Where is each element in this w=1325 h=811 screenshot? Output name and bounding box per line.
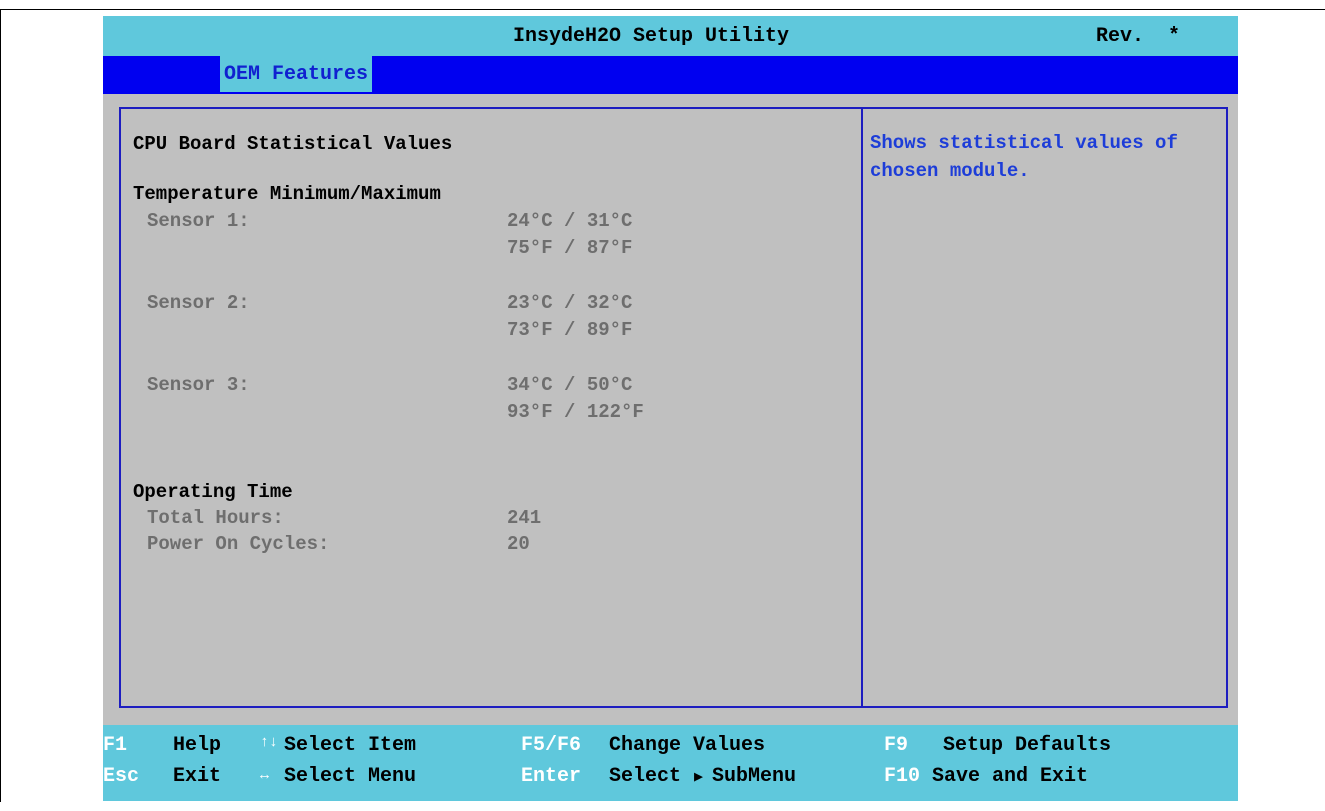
esc-key: Esc — [103, 765, 140, 788]
sensor-1-celsius: 24°C / 31°C — [507, 210, 633, 232]
total-hours-value: 241 — [507, 507, 542, 529]
f1-key: F1 — [103, 734, 128, 757]
total-hours-label: Total Hours: — [147, 507, 284, 529]
menu-bar: OEM Features — [103, 56, 1238, 94]
main-panel: CPU Board Statistical Values Temperature… — [119, 107, 863, 708]
save-and-exit-label: Save and Exit — [932, 765, 1089, 788]
help-text: Shows statistical values of chosen modul… — [870, 132, 1178, 182]
key-legend-footer: F1 Help Esc Exit ↑↓ Select Item ↔ Select… — [103, 725, 1238, 801]
up-down-arrows-icon: ↑↓ — [260, 734, 279, 751]
outer-frame-left — [0, 9, 1, 802]
enter-key: Enter — [521, 765, 582, 788]
title-bar: InsydeH2O Setup Utility Rev. * — [103, 16, 1238, 56]
f9-key: F9 — [884, 734, 909, 757]
help-panel: Shows statistical values of chosen modul… — [860, 107, 1228, 708]
select-item-label: Select Item — [284, 734, 417, 757]
app-title: InsydeH2O Setup Utility — [513, 25, 790, 48]
left-right-arrow-icon: ↔ — [260, 767, 270, 784]
f5-f6-key: F5/F6 — [521, 734, 582, 757]
select-label: Select — [609, 765, 682, 788]
sensor-3-label: Sensor 3: — [147, 374, 250, 396]
revision-label: Rev. * — [1096, 25, 1181, 48]
sensor-2-fahrenheit: 73°F / 89°F — [507, 319, 633, 341]
sensor-3-celsius: 34°C / 50°C — [507, 374, 633, 396]
operating-time-heading: Operating Time — [133, 481, 293, 503]
help-label: Help — [173, 734, 222, 757]
sensor-2-celsius: 23°C / 32°C — [507, 292, 633, 314]
power-on-cycles-value: 20 — [507, 533, 530, 555]
f10-key: F10 — [884, 765, 921, 788]
bios-screen: InsydeH2O Setup Utility Rev. * OEM Featu… — [103, 16, 1238, 801]
page-title: CPU Board Statistical Values — [133, 133, 453, 155]
sensor-1-label: Sensor 1: — [147, 210, 250, 232]
sensor-1-fahrenheit: 75°F / 87°F — [507, 237, 633, 259]
sensor-3-fahrenheit: 93°F / 122°F — [507, 401, 644, 423]
submenu-arrow-icon: ▶ — [694, 769, 704, 786]
power-on-cycles-label: Power On Cycles: — [147, 533, 330, 555]
change-values-label: Change Values — [609, 734, 766, 757]
tab-oem-features[interactable]: OEM Features — [220, 56, 373, 92]
submenu-label: SubMenu — [712, 765, 797, 788]
exit-label: Exit — [173, 765, 222, 788]
setup-defaults-label: Setup Defaults — [943, 734, 1112, 757]
sensor-2-label: Sensor 2: — [147, 292, 250, 314]
select-menu-label: Select Menu — [284, 765, 417, 788]
temperature-heading: Temperature Minimum/Maximum — [133, 183, 441, 205]
